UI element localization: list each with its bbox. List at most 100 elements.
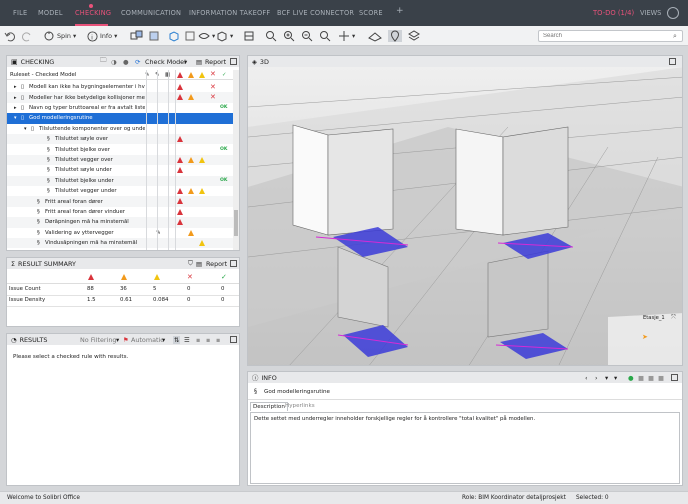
menu-communication[interactable]: COMMUNICATION xyxy=(121,9,181,17)
cube-view-icon[interactable]: ▾ xyxy=(216,30,233,42)
zoom-out-icon[interactable] xyxy=(301,30,313,42)
expand-arrow-icon[interactable]: ▾ xyxy=(14,115,17,121)
rule-row[interactable]: ▾ ▯ God modelleringsrutine xyxy=(7,113,238,124)
menu-bcf-live-connector[interactable]: BCF LIVE CONNECTOR xyxy=(277,9,354,17)
undo-icon[interactable] xyxy=(4,30,16,42)
section-icon[interactable] xyxy=(243,30,255,42)
tab-description[interactable]: Description xyxy=(250,402,288,411)
ok-status: OK xyxy=(220,178,228,184)
checking-report-button[interactable]: Report xyxy=(205,58,226,66)
menu-score[interactable]: SCORE xyxy=(359,9,383,17)
zoom-selected-icon[interactable] xyxy=(319,30,331,42)
rule-row[interactable]: § Tilsluttet søyle over xyxy=(7,134,238,145)
rule-row[interactable]: ▸ ▯ Modeller har ikke betydelige kollisjon… xyxy=(7,92,238,103)
views-menu[interactable]: VIEWS xyxy=(640,9,661,17)
location-pin-icon[interactable] xyxy=(388,30,402,42)
tab-hyperlinks[interactable]: Hyperlinks xyxy=(285,403,315,409)
zoom-in-icon[interactable] xyxy=(283,30,295,42)
model-viewport[interactable] xyxy=(248,67,683,366)
rule-row[interactable]: § Tilsluttet vegger over xyxy=(7,154,238,166)
menu-file[interactable]: FILE xyxy=(13,9,27,17)
back-icon[interactable]: ‹ xyxy=(585,374,588,382)
summary-report-button[interactable]: Report xyxy=(206,260,227,268)
tool-icon[interactable]: ▪ xyxy=(206,336,210,344)
floor-label: Etasje_1 xyxy=(643,315,665,321)
rule-row[interactable]: ▸ ▯ Modell kan ikke ha bygningselementer i… xyxy=(7,82,238,92)
rule-icon: § xyxy=(37,208,40,215)
todo-counter[interactable]: TO-DO (1/4) xyxy=(593,9,634,17)
rule-row[interactable]: § Tilsluttet bjelke under OK xyxy=(7,175,238,186)
layers-icon[interactable] xyxy=(408,30,420,42)
redo-icon[interactable] xyxy=(21,30,33,42)
rule-row[interactable]: § Fritt areal foran dører vinduer xyxy=(7,207,238,217)
selection-basket-icon[interactable] xyxy=(130,30,144,42)
visibility-menu-icon[interactable]: ▾ xyxy=(198,30,215,42)
ruleset-label: Ruleset - Checked Model xyxy=(10,71,77,78)
view-3d-title: 3D xyxy=(259,57,269,66)
column-divider xyxy=(157,70,158,250)
filter-icon[interactable]: ⛉ xyxy=(188,259,193,268)
automatic-dropdown[interactable]: Automatic xyxy=(131,336,164,344)
fly-mode-icon[interactable]: ▾ xyxy=(338,30,355,42)
toggle-icon[interactable]: ◑ xyxy=(111,58,117,66)
expand-arrow-icon[interactable]: ▸ xyxy=(14,84,17,90)
tree-view-icon[interactable]: ⇅ xyxy=(173,335,181,344)
rule-row[interactable]: § Validering av yttervegger ✎ xyxy=(7,228,238,238)
record-icon[interactable]: ● xyxy=(123,58,129,66)
rule-row[interactable]: § Døråpningen må ha minstemål xyxy=(7,217,238,228)
expand-arrow-icon[interactable]: ▾ xyxy=(24,126,27,132)
check-model-button[interactable]: Check Model xyxy=(145,58,186,66)
rule-row[interactable]: § Vindusåpningen må ha minstemål xyxy=(7,238,238,249)
app-logo-icon xyxy=(667,7,679,19)
isolate-icon[interactable] xyxy=(148,30,162,42)
filtering-dropdown[interactable]: No Filtering xyxy=(80,336,116,344)
tool-icon[interactable]: ■ xyxy=(638,374,644,382)
info-label: Info xyxy=(100,32,113,40)
rule-icon: § xyxy=(37,198,40,205)
expand-arrow-icon[interactable]: ▸ xyxy=(14,95,17,101)
scrollbar[interactable] xyxy=(233,70,239,250)
box-view-icon[interactable] xyxy=(168,30,180,42)
rule-row[interactable]: ▾ ▯ Tilsluttende komponenter over og unde xyxy=(7,124,238,134)
expand-arrow-icon[interactable]: ▸ xyxy=(14,105,17,111)
maximize-icon[interactable] xyxy=(230,58,237,65)
maximize-icon[interactable] xyxy=(230,336,237,343)
maximize-icon[interactable] xyxy=(671,374,678,381)
history-dropdown-icon[interactable]: ▾ xyxy=(605,374,608,382)
critical-issue-icon xyxy=(177,84,183,90)
tool-icon[interactable]: ■ xyxy=(658,374,664,382)
zoom-fit-icon[interactable] xyxy=(265,30,277,42)
list-view-icon[interactable]: ☰ xyxy=(184,336,190,344)
open-ruleset-icon[interactable]: 🗀 xyxy=(100,56,106,67)
tool-icon[interactable]: ● xyxy=(628,374,634,382)
menu-information-takeoff[interactable]: INFORMATION TAKEOFF xyxy=(189,9,270,17)
tool-icon[interactable]: ▪ xyxy=(216,336,220,344)
summary-value: 0.084 xyxy=(153,297,169,303)
rule-row[interactable]: § Tilsluttet bjelke over OK xyxy=(7,144,238,154)
menu-model[interactable]: MODEL xyxy=(38,9,63,17)
moderate-issue-icon xyxy=(188,94,194,101)
maximize-icon[interactable] xyxy=(230,260,237,267)
hide-icon[interactable] xyxy=(184,30,196,42)
tool-icon[interactable]: ▪ xyxy=(196,336,200,344)
search-input[interactable] xyxy=(538,30,683,42)
flag-icon[interactable]: ⚑ xyxy=(123,336,129,344)
rule-row[interactable]: § Tilsluttet søyle under xyxy=(7,165,238,175)
filter-icon[interactable]: ▾ xyxy=(614,374,617,382)
menu-checking[interactable]: CHECKING xyxy=(75,9,111,17)
moderate-severity-icon xyxy=(121,274,127,280)
maximize-icon[interactable] xyxy=(669,58,676,65)
ruleset-icon: ▯ xyxy=(21,115,25,122)
rule-row[interactable]: § Tilsluttet vegger under xyxy=(7,186,238,196)
rule-label: God modelleringsrutine xyxy=(29,115,93,122)
close-label-icon[interactable]: ⤧ xyxy=(671,314,676,322)
ruleset-icon: ▯ xyxy=(21,84,25,91)
info-button[interactable]: i Info ▾ xyxy=(87,30,117,42)
rule-row[interactable]: § Fritt areal foran dører xyxy=(7,196,238,207)
rule-row[interactable]: ▸ ▯ Navn og typer bruttoareal er fra avtal… xyxy=(7,103,238,113)
add-tab-button[interactable]: + xyxy=(396,6,404,16)
floor-plan-icon[interactable] xyxy=(368,30,382,42)
spin-button[interactable]: Spin ▾ xyxy=(43,30,76,42)
tool-icon[interactable]: ■ xyxy=(648,374,654,382)
forward-icon[interactable]: › xyxy=(595,374,598,382)
